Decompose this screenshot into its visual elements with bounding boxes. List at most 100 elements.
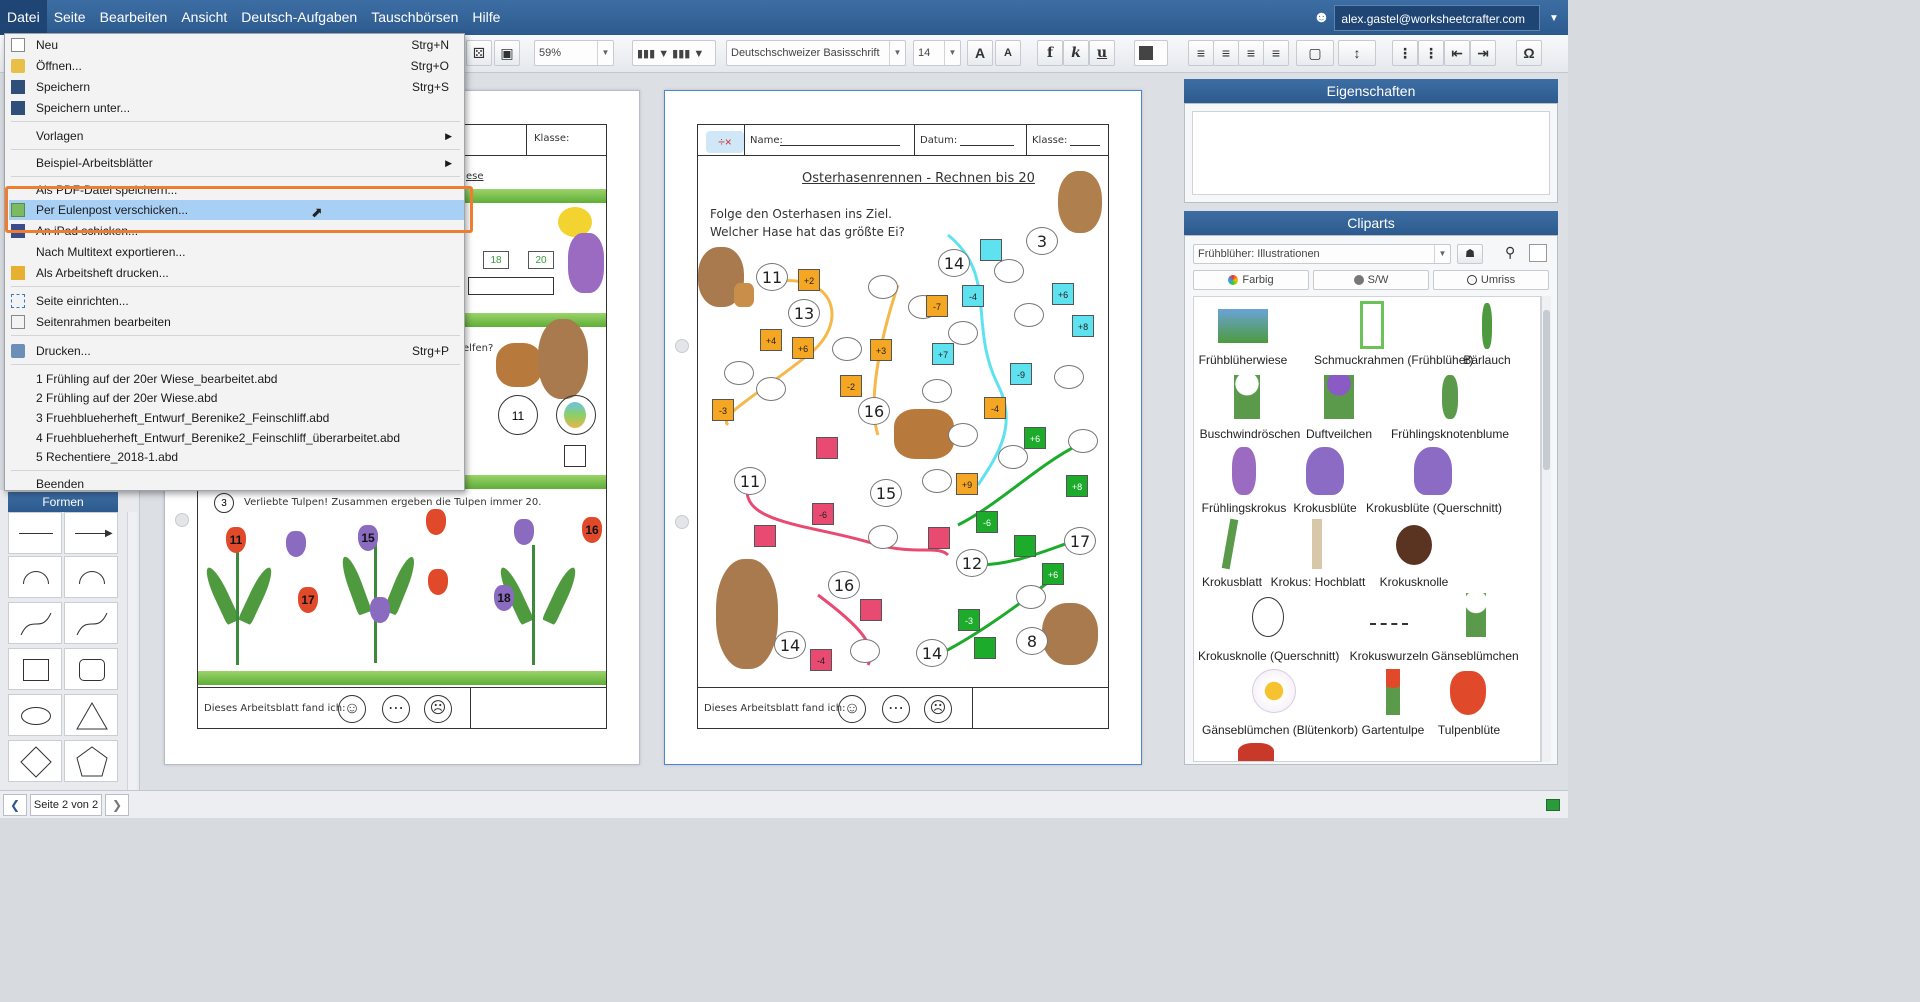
menu-hilfe[interactable]: Hilfe xyxy=(465,0,507,35)
clipart-label[interactable]: Krokuswurzeln xyxy=(1344,649,1434,663)
smiley-happy-icon[interactable]: ☺ xyxy=(838,695,866,723)
menu-item-beenden[interactable]: Beenden xyxy=(5,474,464,494)
clipart-label[interactable]: Frühlingsknotenblume xyxy=(1390,427,1510,441)
menu-item-pdf[interactable]: Als PDF-Datei speichern... xyxy=(5,180,464,200)
outdent-icon[interactable]: ⇤ xyxy=(1444,40,1470,66)
smiley-sad-icon[interactable]: ☹ xyxy=(924,695,952,723)
indent-icon[interactable]: ⇥ xyxy=(1470,40,1496,66)
clipart-label[interactable]: Krokus: Hochblatt xyxy=(1270,575,1366,589)
menu-item-recent-1[interactable]: 1 Frühling auf der 20er Wiese_bearbeitet… xyxy=(5,369,464,389)
zoom-select[interactable]: 59% ▼ xyxy=(534,40,614,66)
clipart-category-select[interactable]: Frühblüher: Illustrationen ▼ xyxy=(1193,244,1451,264)
clipart-image[interactable] xyxy=(1442,375,1458,419)
mode-farbig-button[interactable]: Farbig xyxy=(1193,270,1309,290)
menu-seite[interactable]: Seite xyxy=(47,0,93,35)
triangle-shape-icon[interactable] xyxy=(64,694,118,736)
scrollbar-thumb[interactable] xyxy=(1543,310,1550,470)
menu-item-beispiel-arbeitsblaetter[interactable]: Beispiel-Arbeitsblätter ▶ xyxy=(5,153,464,173)
text-color-button[interactable] xyxy=(1134,40,1168,66)
clipart-scrollbar[interactable] xyxy=(1541,296,1551,762)
menu-item-seitenrahmen[interactable]: Seitenrahmen bearbeiten xyxy=(5,312,464,332)
shapes-scrollbar[interactable] xyxy=(127,512,137,790)
clipart-image[interactable] xyxy=(1360,301,1384,349)
clipart-image[interactable] xyxy=(1414,447,1452,495)
clipart-label[interactable]: Krokusknolle xyxy=(1372,575,1456,589)
align-center-icon[interactable]: ≡ xyxy=(1213,40,1239,66)
align-justify-icon[interactable]: ≡ xyxy=(1263,40,1289,66)
clipart-image[interactable] xyxy=(1234,375,1260,419)
clipart-image[interactable] xyxy=(1306,447,1344,495)
clipart-label[interactable]: Gänseblümchen (Blütenkorb) xyxy=(1202,723,1358,737)
next-page-button[interactable]: ❯ xyxy=(105,794,129,816)
menu-item-speichern-unter[interactable]: Speichern unter... xyxy=(5,98,464,118)
menu-item-vorlagen[interactable]: Vorlagen ▶ xyxy=(5,126,464,146)
clipart-label[interactable]: Krokusblüte (Querschnitt) xyxy=(1366,501,1502,515)
clipart-image[interactable] xyxy=(1238,743,1274,761)
menu-datei[interactable]: Datei xyxy=(0,0,47,35)
pentagon-shape-icon[interactable] xyxy=(64,740,118,782)
line-shape-icon[interactable] xyxy=(8,512,62,554)
clipart-label[interactable]: Duftveilchen xyxy=(1294,427,1384,441)
special-character-icon[interactable]: Ω xyxy=(1516,40,1542,66)
dice-icon[interactable]: ⚄ xyxy=(466,40,492,66)
ellipse-shape-icon[interactable] xyxy=(8,694,62,736)
italic-button[interactable]: k xyxy=(1063,40,1089,66)
bullet-list-icon[interactable]: ⋮ xyxy=(1418,40,1444,66)
user-account[interactable]: ☻ alex.gastel@worksheetcrafter.com ▼ xyxy=(1308,5,1568,31)
clipart-image[interactable] xyxy=(1370,605,1408,625)
menu-item-arbeitsheft[interactable]: Als Arbeitsheft drucken... xyxy=(5,263,464,283)
rectangle-shape-icon[interactable] xyxy=(8,648,62,690)
clipart-label[interactable]: Krokusblüte xyxy=(1280,501,1370,515)
menu-deutsch-aufgaben[interactable]: Deutsch-Aufgaben xyxy=(234,0,364,35)
clipart-image[interactable] xyxy=(1252,669,1296,713)
clipart-image[interactable] xyxy=(1324,375,1354,419)
menu-ansicht[interactable]: Ansicht xyxy=(174,0,234,35)
increase-font-icon[interactable]: A xyxy=(967,40,993,66)
search-icon[interactable]: ⚲ xyxy=(1505,244,1515,261)
clipart-image[interactable] xyxy=(1218,309,1268,343)
diamond-shape-icon[interactable] xyxy=(8,740,62,782)
page-2[interactable]: ÷× Name: Datum: Klasse: Osterhasenrennen… xyxy=(664,90,1142,765)
menu-item-oeffnen[interactable]: Öffnen... Strg+O xyxy=(5,56,464,76)
clipart-label[interactable]: Schmuckrahmen (Frühblüher) xyxy=(1314,353,1473,367)
mode-umriss-button[interactable]: Umriss xyxy=(1433,270,1549,290)
smiley-sad-icon[interactable]: ☹ xyxy=(424,695,452,723)
chevron-down-icon[interactable]: ▼ xyxy=(1540,13,1568,24)
menu-item-multitext[interactable]: Nach Multitext exportieren... xyxy=(5,242,464,262)
arc-shape-icon[interactable] xyxy=(8,556,62,598)
font-select[interactable]: Deutschschweizer Basisschrift ▼ xyxy=(726,40,906,66)
rounded-rectangle-shape-icon[interactable] xyxy=(64,648,118,690)
smiley-happy-icon[interactable]: ☺ xyxy=(338,695,366,723)
menu-bearbeiten[interactable]: Bearbeiten xyxy=(93,0,175,35)
menu-item-ipad[interactable]: An iPad schicken... xyxy=(5,221,464,241)
menu-item-recent-3[interactable]: 3 Fruehblueherheft_Entwurf_Berenike2_Fei… xyxy=(5,408,464,428)
clipart-label[interactable]: Krokusknolle (Querschnitt) xyxy=(1198,649,1339,663)
clipart-label[interactable]: Bärlauch xyxy=(1442,353,1532,367)
line-spacing-icon[interactable]: ↕ xyxy=(1338,40,1376,66)
prev-page-button[interactable]: ❮ xyxy=(3,794,27,816)
menu-item-speichern[interactable]: Speichern Strg+S xyxy=(5,77,464,97)
curve-arrow-shape-icon[interactable] xyxy=(64,602,118,644)
clipart-image[interactable] xyxy=(1396,525,1432,565)
clipart-image[interactable] xyxy=(1232,447,1256,495)
clipart-label[interactable]: Krokusblatt xyxy=(1194,575,1270,589)
numbered-list-icon[interactable]: ⋮ xyxy=(1392,40,1418,66)
menu-item-recent-5[interactable]: 5 Rechentiere_2018-1.abd xyxy=(5,447,464,467)
menu-item-eulenpost[interactable]: Per Eulenpost verschicken... ⬈ xyxy=(9,200,464,220)
arc-arrow-shape-icon[interactable] xyxy=(64,556,118,598)
underline-button[interactable]: u xyxy=(1089,40,1115,66)
arrow-shape-icon[interactable]: ▶ xyxy=(64,512,118,554)
clipart-image[interactable] xyxy=(1466,593,1486,637)
bold-button[interactable]: f xyxy=(1037,40,1063,66)
menu-item-drucken[interactable]: Drucken... Strg+P xyxy=(5,341,464,361)
user-email[interactable]: alex.gastel@worksheetcrafter.com xyxy=(1334,5,1540,31)
clipart-label[interactable]: Frühblüherwiese xyxy=(1198,353,1288,367)
clipart-image[interactable] xyxy=(1221,518,1239,570)
align-left-icon[interactable]: ≡ xyxy=(1188,40,1214,66)
search-toggle[interactable] xyxy=(1529,244,1547,262)
clipart-image[interactable] xyxy=(1450,671,1486,715)
chart-buttons[interactable]: ▮▮▮ ▼ ▮▮▮ ▼ xyxy=(632,40,716,66)
decrease-font-icon[interactable]: A xyxy=(995,40,1021,66)
curve-shape-icon[interactable] xyxy=(8,602,62,644)
math-icon[interactable]: ▣ xyxy=(494,40,520,66)
